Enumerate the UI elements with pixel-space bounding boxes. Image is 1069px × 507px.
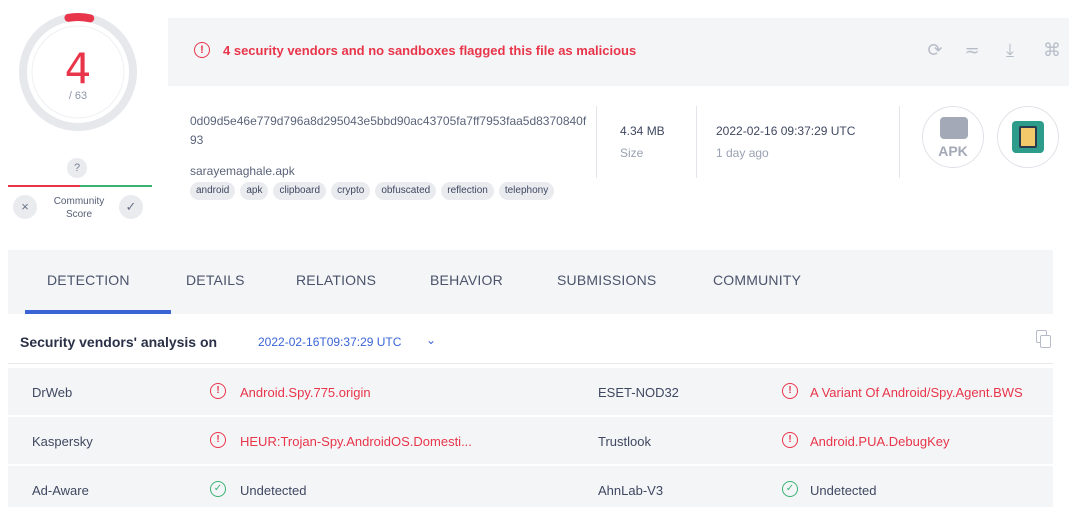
vendor-result: Android.PUA.DebugKey	[810, 434, 950, 449]
divider	[899, 106, 900, 178]
reanalyze-icon[interactable]: ⟳	[923, 38, 947, 62]
file-tag[interactable]: apk	[240, 182, 269, 200]
vote-harmless-button[interactable]: ✓	[119, 195, 143, 219]
vendor-name: Kaspersky	[32, 434, 93, 449]
similar-icon[interactable]: ≂	[960, 38, 984, 62]
file-tag[interactable]: reflection	[441, 182, 494, 200]
filetype-label: APK	[938, 143, 968, 159]
tab-bar: DETECTION DETAILS RELATIONS BEHAVIOR SUB…	[8, 250, 1053, 314]
tab-detection[interactable]: DETECTION	[47, 272, 130, 288]
vote-harmful-button[interactable]: ×	[13, 195, 37, 219]
vendor-name: DrWeb	[32, 385, 73, 400]
app-icon	[997, 106, 1059, 168]
graph-icon[interactable]: ⌘	[1040, 38, 1064, 62]
file-info-card: ! 4 security vendors and no sandboxes fl…	[168, 18, 1069, 224]
alert-icon: !	[210, 383, 226, 399]
vendor-result: A Variant Of Android/Spy.Agent.BWS	[810, 385, 1023, 400]
detection-gauge: 4 / 63	[16, 10, 140, 134]
alert-text: 4 security vendors and no sandboxes flag…	[223, 43, 637, 58]
table-row: Kaspersky! HEUR:Trojan-Spy.AndroidOS.Dome…	[8, 417, 1053, 464]
vendor-results-table: DrWeb! Android.Spy.775.origin ESET-NOD32! A…	[8, 368, 1053, 507]
analysis-title: Security vendors' analysis on	[20, 334, 218, 350]
analysis-header: Security vendors' analysis on 2022-02-16…	[8, 320, 1053, 364]
file-tag[interactable]: android	[190, 182, 236, 200]
vendor-name: AhnLab-V3	[598, 483, 664, 498]
vendor-result: HEUR:Trojan-Spy.AndroidOS.Domesti...	[240, 434, 472, 449]
android-icon	[940, 117, 968, 139]
file-tag[interactable]: crypto	[331, 182, 371, 200]
vendor-name: Ad-Aware	[32, 483, 89, 498]
app-icon-document	[1019, 126, 1037, 148]
file-name: sarayemaghale.apk	[190, 164, 295, 178]
analysis-date-relative: 1 day ago	[716, 146, 769, 160]
active-tab-indicator	[25, 310, 171, 314]
detection-score-panel: 4 / 63 ? × Community Score ✓	[0, 0, 160, 240]
divider	[696, 106, 697, 178]
apk-filetype-icon: APK	[922, 106, 984, 168]
alert-icon: !	[782, 383, 798, 399]
download-icon[interactable]: ⤓	[998, 38, 1022, 62]
community-score-label: Community Score	[44, 195, 114, 221]
file-tag[interactable]: clipboard	[273, 182, 327, 200]
file-tags: android apk clipboard crypto obfuscated refle…	[190, 182, 555, 200]
community-bar-positive	[80, 185, 152, 187]
chevron-down-icon[interactable]: ⌄	[426, 333, 436, 347]
vendor-name: Trustlook	[598, 434, 651, 449]
community-label-line1: Community	[53, 196, 105, 207]
divider	[596, 106, 597, 178]
analysis-date: 2022-02-16 09:37:29 UTC	[716, 124, 856, 138]
detection-total: / 63	[68, 90, 88, 102]
community-score-badge: ?	[67, 158, 87, 178]
tab-community[interactable]: COMMUNITY	[713, 272, 801, 288]
alert-icon: !	[210, 432, 226, 448]
alert-banner: ! 4 security vendors and no sandboxes fl…	[168, 18, 1069, 86]
file-tag[interactable]: obfuscated	[375, 182, 437, 200]
alert-icon: !	[194, 42, 210, 58]
vendor-result: Android.Spy.775.origin	[240, 385, 371, 400]
vendor-result: Undetected	[240, 483, 307, 498]
community-label-line2: Score	[65, 209, 93, 220]
analysis-date-selector[interactable]: 2022-02-16T09:37:29 UTC	[258, 335, 401, 349]
detection-count: 4	[64, 44, 92, 93]
file-size-label: Size	[620, 146, 644, 160]
tab-relations[interactable]: RELATIONS	[296, 272, 376, 288]
table-row: DrWeb! Android.Spy.775.origin ESET-NOD32! A…	[8, 368, 1053, 415]
tab-details[interactable]: DETAILS	[186, 272, 245, 288]
vendor-result: Undetected	[810, 483, 877, 498]
check-icon: ✓	[782, 481, 798, 497]
file-tag[interactable]: telephony	[498, 182, 555, 200]
tab-submissions[interactable]: SUBMISSIONS	[557, 272, 656, 288]
file-size: 4.34 MB	[620, 124, 665, 138]
check-icon: ✓	[210, 481, 226, 497]
tab-behavior[interactable]: BEHAVIOR	[430, 272, 503, 288]
file-hash: 0d09d5e46e779d796a8d295043e5bbd90ac43705…	[190, 114, 587, 147]
copy-icon[interactable]	[1036, 330, 1052, 348]
table-row: Ad-Aware ✓ Undetected AhnLab-V3 ✓ Undetected	[8, 466, 1053, 507]
community-bar-negative	[8, 185, 80, 187]
vendor-name: ESET-NOD32	[598, 385, 679, 400]
alert-icon: !	[782, 432, 798, 448]
